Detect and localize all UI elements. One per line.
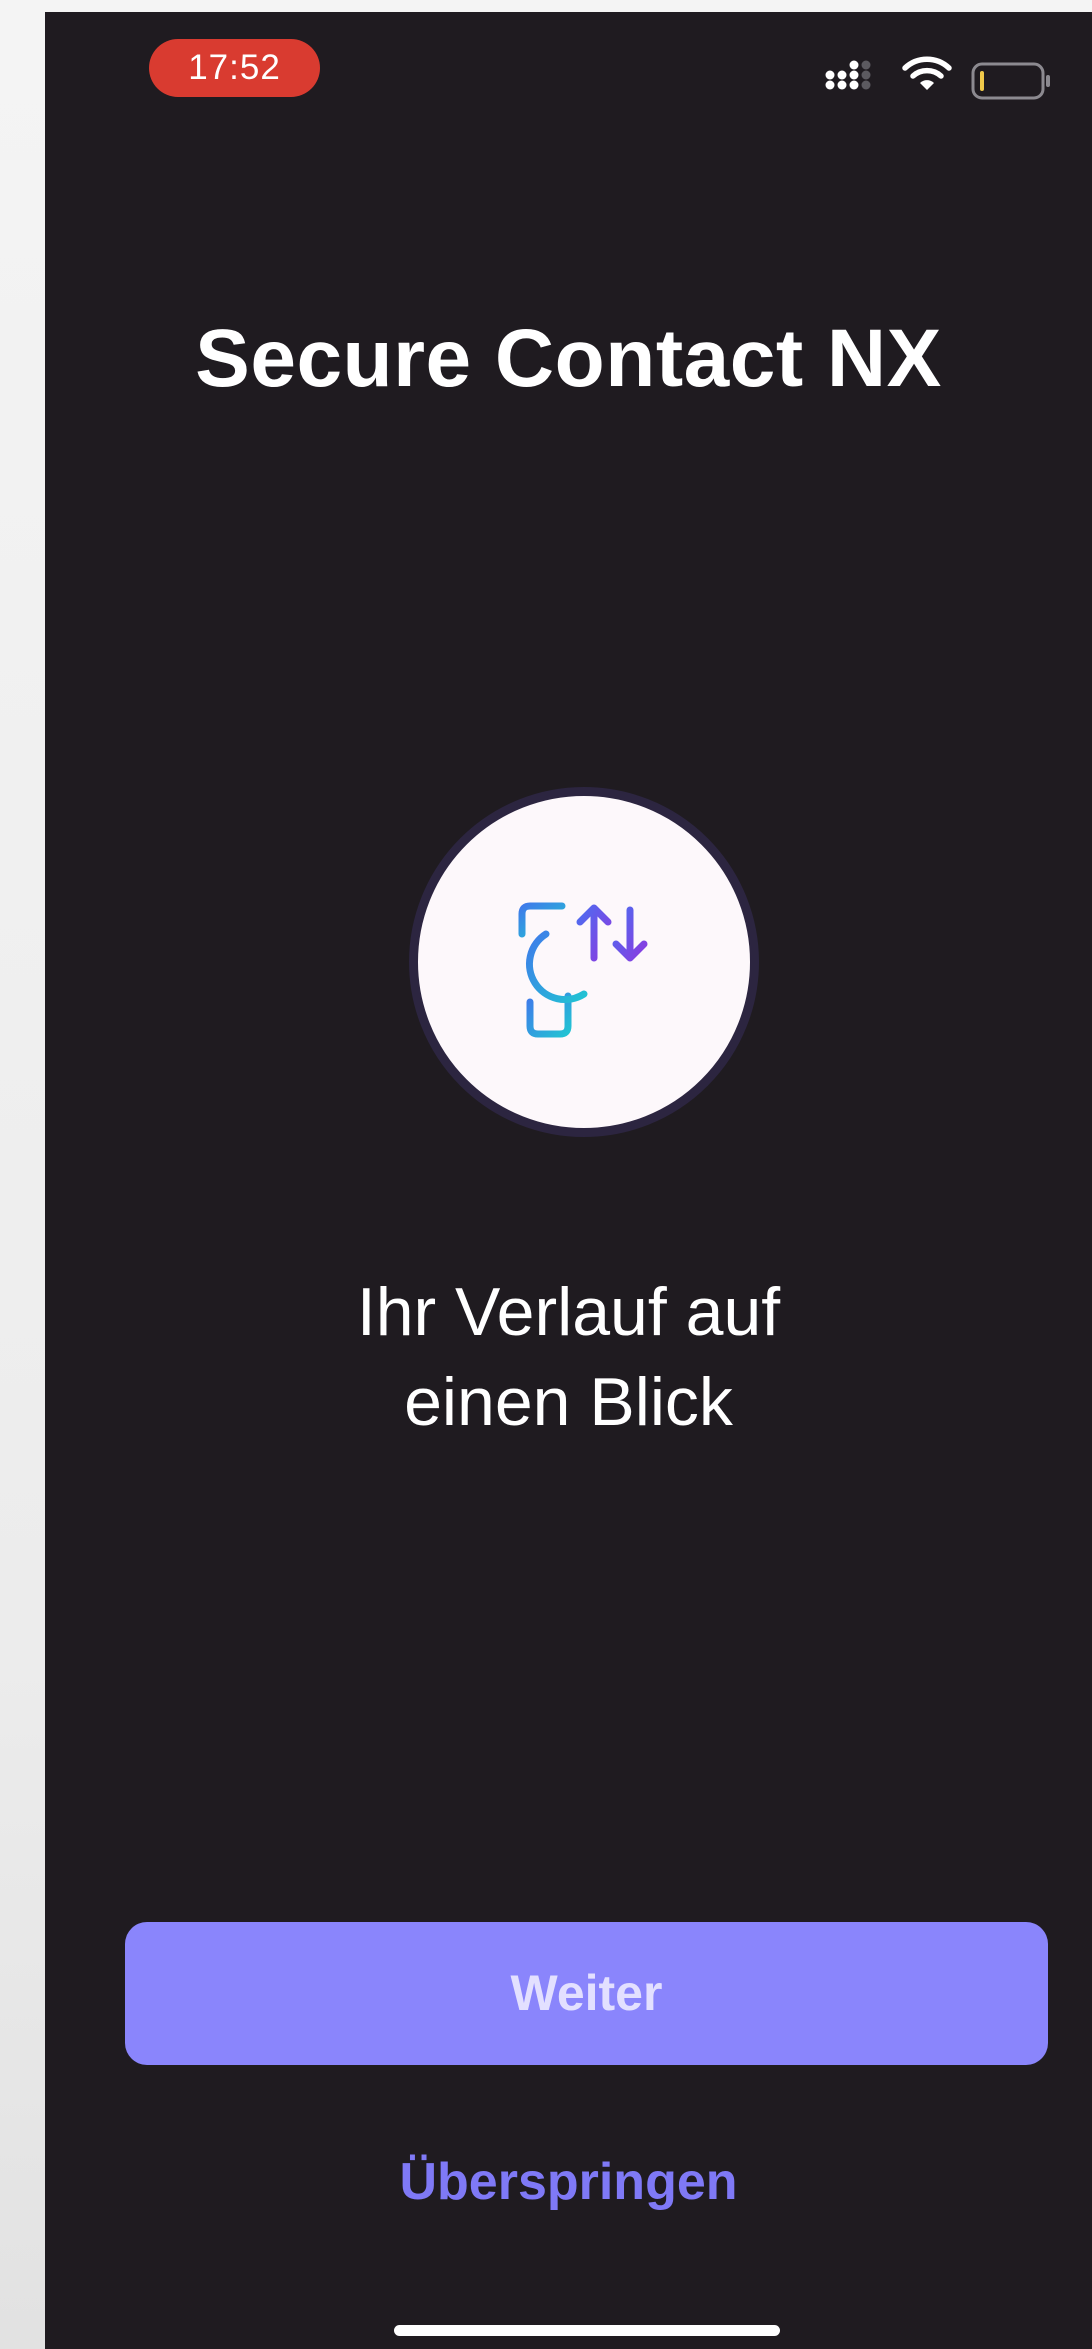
- history-transfer-icon: [508, 886, 668, 1051]
- onboarding-subtitle: Ihr Verlauf auf einen Blick: [45, 1267, 1092, 1447]
- battery-icon: [971, 62, 1053, 107]
- home-indicator[interactable]: [394, 2325, 780, 2336]
- status-time: 17:52: [149, 39, 320, 97]
- skip-link[interactable]: Überspringen: [45, 2152, 1092, 2212]
- phone-screen: 17:52 Secure Contact NX Ihr Verlauf auf …: [45, 12, 1092, 2349]
- signal-icon: [825, 56, 881, 97]
- subtitle-line-2: einen Blick: [404, 1364, 733, 1440]
- status-icons: [825, 54, 1092, 104]
- subtitle-line-1: Ihr Verlauf auf: [356, 1274, 781, 1350]
- wifi-icon: [901, 54, 953, 99]
- app-title: Secure Contact NX: [195, 313, 942, 404]
- screen: 17:52 Secure Contact NX Ihr Verlauf auf …: [0, 0, 1092, 2349]
- hero-illustration: [409, 787, 759, 1137]
- next-button[interactable]: Weiter: [125, 1922, 1048, 2065]
